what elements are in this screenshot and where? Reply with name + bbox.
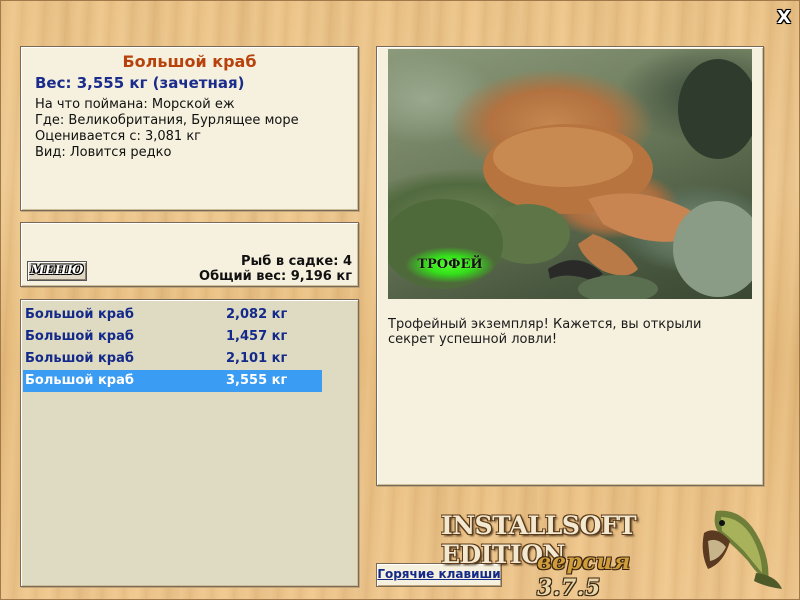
keepnet-total-weight: Общий вес: 9,196 кг <box>199 269 352 284</box>
version-number: 3.7.5 <box>537 575 601 600</box>
trophy-description: Трофейный экземпляр! Кажется, вы открыли… <box>388 317 702 347</box>
version-label: версия 3.7.5 <box>537 549 687 600</box>
menu-button[interactable]: МЕНЮ <box>27 261 87 281</box>
rarity-line: Вид: Ловится редко <box>35 145 172 160</box>
keepnet-stats: Рыб в садке: 4 Общий вес: 9,196 кг <box>199 254 352 284</box>
list-item-name: Большой краб <box>25 351 134 366</box>
keepnet-list: Большой краб 2,082 кг Большой краб 1,457… <box>20 299 359 587</box>
hotkeys-label: Горячие клавиши <box>377 567 501 581</box>
list-item-weight: 2,101 кг <box>226 351 288 366</box>
list-item-name: Большой краб <box>25 373 134 388</box>
list-item[interactable]: Большой краб 2,082 кг <box>23 304 322 326</box>
list-item[interactable]: Большой краб 2,101 кг <box>23 348 322 370</box>
fish-title: Большой краб <box>122 52 257 71</box>
list-item-weight: 2,082 кг <box>226 307 288 322</box>
list-item-name: Большой краб <box>25 307 134 322</box>
list-item-weight: 1,457 кг <box>226 329 288 344</box>
version-word: версия <box>537 549 631 575</box>
close-icon[interactable]: X <box>774 9 794 27</box>
list-item-weight: 3,555 кг <box>226 373 288 388</box>
location-line: Где: Великобритания, Бурлящее море <box>35 113 299 128</box>
menu-panel: МЕНЮ Рыб в садке: 4 Общий вес: 9,196 кг <box>20 222 359 287</box>
list-item[interactable]: Большой краб 1,457 кг <box>23 326 322 348</box>
list-item-selected[interactable]: Большой краб 3,555 кг <box>23 370 322 392</box>
fish-weight: Вес: 3,555 кг (зачетная) <box>35 74 245 92</box>
catch-info-panel: Большой краб Вес: 3,555 кг (зачетная) На… <box>20 46 359 211</box>
list-item-name: Большой краб <box>25 329 134 344</box>
bait-line: На что поймана: Морской еж <box>35 97 235 112</box>
crab-photo: ТРОФЕЙ <box>388 49 752 299</box>
trophy-badge: ТРОФЕЙ <box>405 247 495 283</box>
keepnet-count: Рыб в садке: 4 <box>240 254 352 269</box>
pike-fish-icon <box>702 510 782 589</box>
trophy-photo-panel: ТРОФЕЙ Трофейный экземпляр! Кажется, вы … <box>376 46 764 486</box>
catch-details: На что поймана: Морской еж Где: Великобр… <box>35 97 344 161</box>
rating-line: Оценивается с: 3,081 кг <box>35 129 202 144</box>
